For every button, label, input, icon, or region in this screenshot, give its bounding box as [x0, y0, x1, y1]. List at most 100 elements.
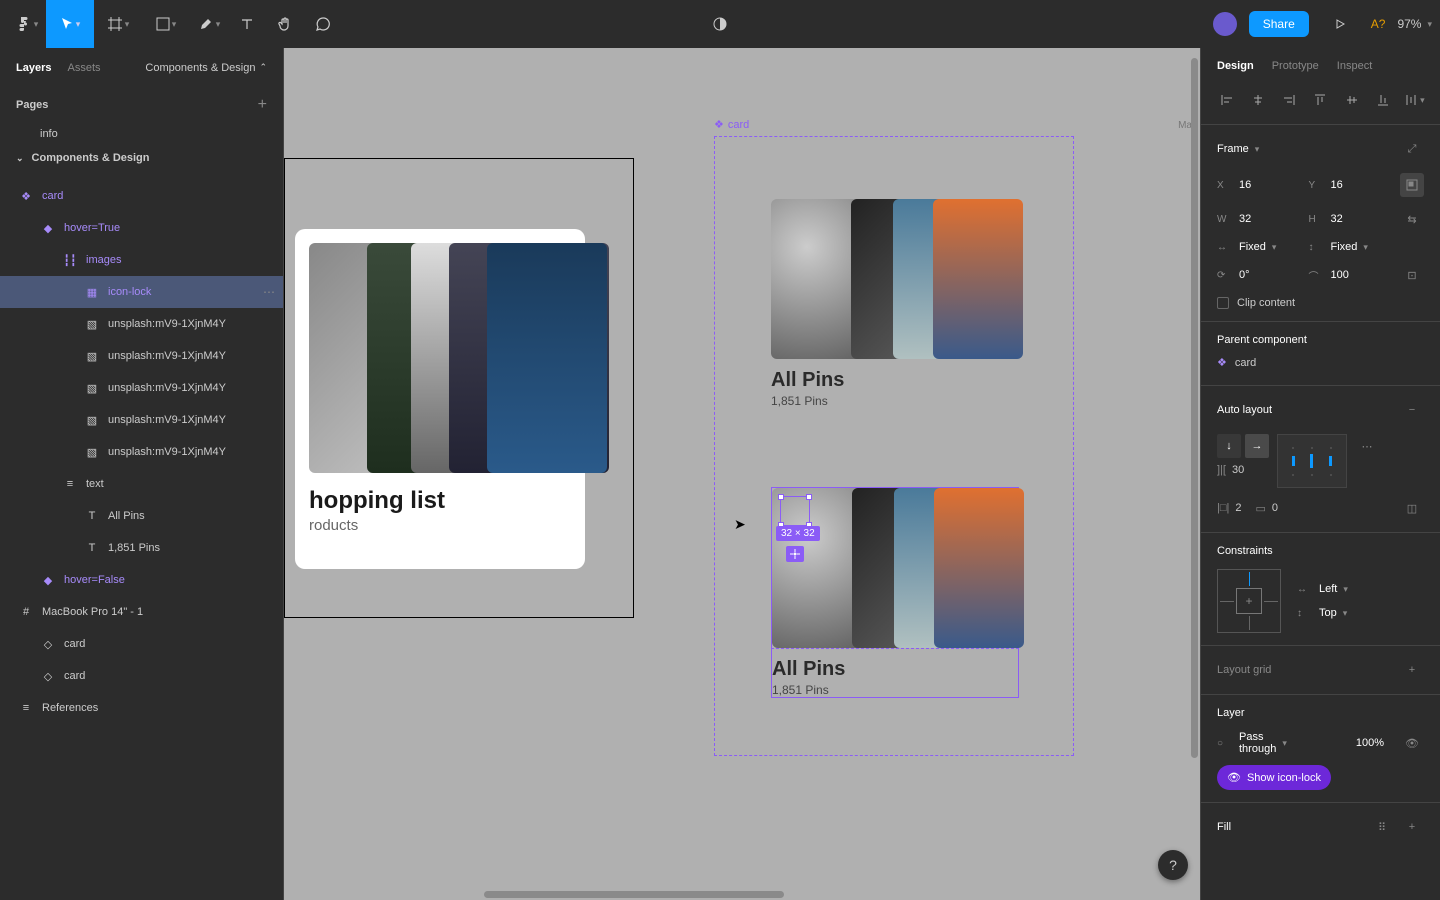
parent-component-link[interactable]: ❖card	[1217, 352, 1424, 373]
hresize-select[interactable]: Fixed	[1239, 241, 1266, 253]
layer-img1[interactable]: ▧unsplash:mV9-1XjnM4Y	[0, 308, 283, 340]
hpad-input[interactable]: 2	[1235, 502, 1241, 514]
direction-horizontal[interactable]: →	[1245, 434, 1269, 458]
layer-references[interactable]: ≡References	[0, 692, 283, 724]
y-input[interactable]: 16	[1331, 179, 1371, 191]
card-instance-default[interactable]: 32 × 32 All Pins 1,851 Pins	[771, 487, 1019, 698]
layer-pins-count[interactable]: T1,851 Pins	[0, 532, 283, 564]
align-vcenter-icon[interactable]	[1338, 88, 1365, 112]
component-area[interactable]: All Pins 1,851 Pins 32 × 32 All Pins 1,8…	[714, 136, 1074, 756]
avatar[interactable]	[1213, 12, 1237, 36]
rotation-input[interactable]: 0°	[1239, 269, 1279, 281]
tab-assets[interactable]: Assets	[67, 62, 100, 74]
visibility-icon[interactable]: ⋯	[263, 285, 275, 299]
blend-mode-select[interactable]: Pass through	[1239, 731, 1276, 755]
layer-img3[interactable]: ▧unsplash:mV9-1XjnM4Y	[0, 372, 283, 404]
tab-prototype[interactable]: Prototype	[1272, 60, 1319, 72]
add-fill-icon[interactable]: +	[1400, 815, 1424, 839]
file-menu[interactable]: Components & Design⌃	[145, 62, 267, 74]
layer-img2[interactable]: ▧unsplash:mV9-1XjnM4Y	[0, 340, 283, 372]
zoom-control[interactable]: 97%▾	[1397, 17, 1432, 31]
layer-all-pins[interactable]: TAll Pins	[0, 500, 283, 532]
autolayout-more-icon[interactable]: ⋯	[1355, 434, 1379, 458]
tab-design[interactable]: Design	[1217, 60, 1254, 72]
tab-inspect[interactable]: Inspect	[1337, 60, 1372, 72]
absolute-position-icon[interactable]	[786, 546, 804, 562]
cursor-icon: ➤	[734, 516, 746, 533]
add-page-button[interactable]: +	[258, 96, 267, 114]
comment-tool[interactable]	[304, 0, 342, 48]
pen-tool[interactable]: ▾	[190, 0, 228, 48]
shape-tool[interactable]: ▾	[142, 0, 190, 48]
scrollbar-horizontal[interactable]	[484, 891, 784, 898]
direction-vertical[interactable]: ↓	[1217, 434, 1241, 458]
corner-radius-icon[interactable]: ⊡	[1400, 263, 1424, 287]
layer-inst-card1[interactable]: ◇card	[0, 628, 283, 660]
layer-inst-card2[interactable]: ◇card	[0, 660, 283, 692]
align-left-icon[interactable]	[1213, 88, 1240, 112]
visibility-toggle-icon[interactable]: 👁	[1400, 731, 1424, 755]
missing-fonts-icon[interactable]: A?	[1371, 17, 1386, 31]
component-label[interactable]: ❖ card	[714, 118, 749, 131]
w-input[interactable]: 32	[1239, 213, 1279, 225]
layer-card[interactable]: ❖card	[0, 180, 283, 212]
layer-hover-false[interactable]: ◆hover=False	[0, 564, 283, 596]
selection-box[interactable]	[780, 496, 810, 526]
tab-layers[interactable]: Layers	[16, 62, 51, 74]
padding-expand-icon[interactable]: ◫	[1400, 496, 1424, 520]
layer-images[interactable]: ┇┇images	[0, 244, 283, 276]
align-hcenter-icon[interactable]	[1244, 88, 1271, 112]
pages-header[interactable]: Pages +	[0, 88, 283, 122]
radius-input[interactable]: 100	[1331, 269, 1371, 281]
constrain-proportions-icon[interactable]: ⇆	[1400, 207, 1424, 231]
layer-img5[interactable]: ▧unsplash:mV9-1XjnM4Y	[0, 436, 283, 468]
hand-tool[interactable]	[266, 0, 304, 48]
align-right-icon[interactable]	[1276, 88, 1303, 112]
canvas[interactable]: Mac hopping list roducts ❖ card All Pins	[284, 48, 1200, 900]
align-top-icon[interactable]	[1307, 88, 1334, 112]
clip-content-row[interactable]: Clip content	[1217, 297, 1424, 309]
text-tool[interactable]	[228, 0, 266, 48]
layer-img4[interactable]: ▧unsplash:mV9-1XjnM4Y	[0, 404, 283, 436]
vpad-input[interactable]: 0	[1272, 502, 1278, 514]
constraints-box[interactable]: +	[1217, 569, 1281, 633]
move-tool[interactable]: ▾	[46, 0, 94, 48]
layer-icon-lock[interactable]: ▦icon-lock⋯	[0, 276, 283, 308]
share-button[interactable]: Share	[1249, 11, 1309, 37]
resize-to-fit-icon[interactable]: ⤢	[1400, 137, 1424, 161]
layer-text[interactable]: ≡text	[0, 468, 283, 500]
resize-handle[interactable]	[806, 494, 812, 500]
fill-styles-icon[interactable]: ⠿	[1370, 815, 1394, 839]
distribute-icon[interactable]: ▾	[1401, 88, 1428, 112]
page-info[interactable]: info	[0, 122, 283, 146]
page-current-label: Components & Design	[32, 152, 150, 164]
h-input[interactable]: 32	[1331, 213, 1371, 225]
add-grid-icon[interactable]: +	[1400, 658, 1424, 682]
frame-tool[interactable]: ▾	[94, 0, 142, 48]
card-instance-hover[interactable]: All Pins 1,851 Pins	[771, 199, 1019, 408]
present-button[interactable]	[1321, 0, 1359, 48]
resize-handle[interactable]	[778, 494, 784, 500]
theme-icon[interactable]	[701, 0, 739, 48]
gap-input[interactable]: 30	[1232, 464, 1244, 476]
opacity-input[interactable]: 100%	[1356, 737, 1384, 749]
vresize-select[interactable]: Fixed	[1331, 241, 1358, 253]
frame-label[interactable]: Frame	[1217, 143, 1249, 155]
constraint-h-select[interactable]: Left	[1319, 583, 1337, 595]
clip-checkbox[interactable]	[1217, 297, 1229, 309]
scrollbar-vertical[interactable]	[1190, 58, 1198, 758]
remove-autolayout-icon[interactable]: −	[1400, 398, 1424, 422]
x-input[interactable]: 16	[1239, 179, 1279, 191]
alignment-box[interactable]	[1277, 434, 1347, 488]
page-current[interactable]: ⌄Components & Design	[0, 146, 283, 170]
layer-macbook[interactable]: #MacBook Pro 14" - 1	[0, 596, 283, 628]
help-button[interactable]: ?	[1158, 850, 1188, 880]
parent-component-label: Parent component	[1217, 334, 1307, 346]
canvas-frame-main[interactable]: hopping list roducts	[284, 158, 634, 618]
main-menu-button[interactable]: ▾	[8, 0, 46, 48]
align-bottom-icon[interactable]	[1369, 88, 1396, 112]
constraint-v-select[interactable]: Top	[1319, 607, 1337, 619]
show-icon-lock-button[interactable]: 👁Show icon-lock	[1217, 765, 1331, 790]
absolute-position-toggle[interactable]	[1400, 173, 1424, 197]
layer-hover-true[interactable]: ◆hover=True	[0, 212, 283, 244]
